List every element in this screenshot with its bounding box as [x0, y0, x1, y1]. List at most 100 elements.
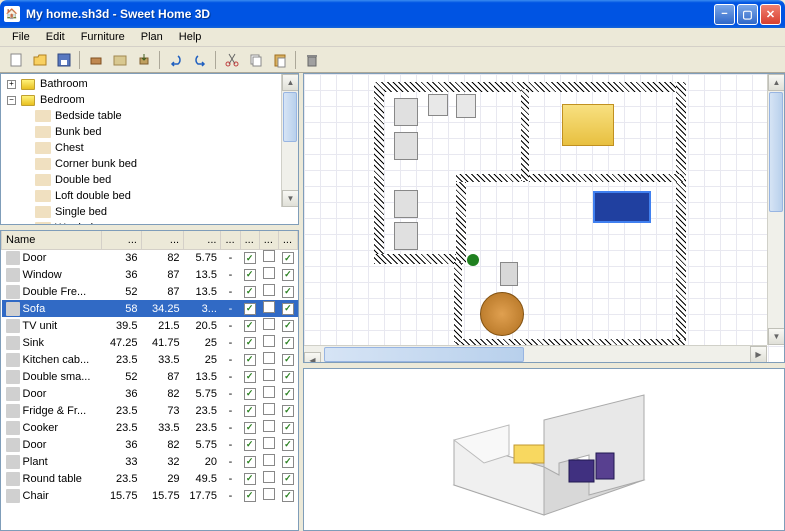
plan-scrollbar-h[interactable]: ◀ ▶: [304, 345, 767, 362]
col-header[interactable]: ...: [259, 231, 278, 249]
cell-check[interactable]: ✓: [278, 368, 297, 385]
export-button[interactable]: [132, 49, 155, 71]
cell-check[interactable]: ✓: [240, 300, 259, 317]
tree-item[interactable]: Bedside table: [3, 108, 296, 124]
table-row[interactable]: Sofa5834.253...-✓✓: [2, 300, 298, 317]
cell-check[interactable]: -: [221, 470, 240, 487]
checkbox-icon[interactable]: [263, 335, 275, 347]
col-header[interactable]: ...: [101, 231, 141, 249]
plan-item[interactable]: [456, 94, 476, 118]
table-row[interactable]: Cooker23.533.523.5-✓✓: [2, 419, 298, 436]
plan-content[interactable]: [304, 74, 784, 362]
plan-item[interactable]: [500, 262, 518, 286]
col-header[interactable]: ...: [221, 231, 240, 249]
checkbox-icon[interactable]: ✓: [244, 252, 256, 264]
cell-check[interactable]: ✓: [240, 266, 259, 283]
cell-check[interactable]: ✓: [240, 334, 259, 351]
cell-check[interactable]: ✓: [240, 249, 259, 266]
tree-item[interactable]: Wardrobe: [3, 220, 296, 225]
scroll-thumb[interactable]: [283, 92, 297, 142]
checkbox-icon[interactable]: ✓: [282, 388, 294, 400]
checkbox-icon[interactable]: ✓: [244, 439, 256, 451]
tree-item[interactable]: Loft double bed: [3, 188, 296, 204]
table-row[interactable]: Plant333220-✓✓: [2, 453, 298, 470]
cell-check[interactable]: ✓: [240, 470, 259, 487]
tree-item[interactable]: Single bed: [3, 204, 296, 220]
table-row[interactable]: Sink47.2541.7525-✓✓: [2, 334, 298, 351]
cell-check[interactable]: ✓: [278, 402, 297, 419]
cell-check[interactable]: -: [221, 402, 240, 419]
scroll-thumb[interactable]: [324, 347, 524, 362]
tree-category[interactable]: +Bathroom: [3, 76, 296, 92]
checkbox-icon[interactable]: ✓: [282, 286, 294, 298]
plan-item[interactable]: [394, 98, 418, 126]
checkbox-icon[interactable]: [263, 352, 275, 364]
add-furniture-button[interactable]: [84, 49, 107, 71]
table-row[interactable]: Double sma...528713.5-✓✓: [2, 368, 298, 385]
menu-help[interactable]: Help: [171, 29, 210, 45]
scroll-thumb[interactable]: [769, 92, 783, 212]
cell-check[interactable]: [259, 453, 278, 470]
cell-check[interactable]: [259, 436, 278, 453]
cell-check[interactable]: [259, 317, 278, 334]
cell-check[interactable]: ✓: [240, 419, 259, 436]
checkbox-icon[interactable]: ✓: [282, 473, 294, 485]
checkbox-icon[interactable]: ✓: [282, 269, 294, 281]
checkbox-icon[interactable]: ✓: [244, 286, 256, 298]
col-header[interactable]: ...: [184, 231, 221, 249]
plan-item[interactable]: [394, 190, 418, 218]
plan-item[interactable]: [394, 222, 418, 250]
cell-check[interactable]: ✓: [278, 487, 297, 504]
collapse-icon[interactable]: −: [7, 96, 16, 105]
tree-item[interactable]: Chest: [3, 140, 296, 156]
cell-check[interactable]: ✓: [240, 385, 259, 402]
scroll-up-icon[interactable]: ▲: [768, 74, 785, 91]
checkbox-icon[interactable]: ✓: [282, 490, 294, 502]
tree-item[interactable]: Bunk bed: [3, 124, 296, 140]
plan-scrollbar-v[interactable]: ▲ ▼: [767, 74, 784, 345]
table-row[interactable]: Double Fre...528713.5-✓✓: [2, 283, 298, 300]
copy-button[interactable]: [244, 49, 267, 71]
furniture-list[interactable]: Name..................... Door36825.75-✓…: [0, 230, 299, 531]
cell-check[interactable]: ✓: [240, 317, 259, 334]
cell-check[interactable]: -: [221, 453, 240, 470]
checkbox-icon[interactable]: ✓: [282, 422, 294, 434]
cell-check[interactable]: ✓: [240, 351, 259, 368]
cell-check[interactable]: [259, 402, 278, 419]
cell-check[interactable]: [259, 351, 278, 368]
expand-icon[interactable]: +: [7, 80, 16, 89]
cell-check[interactable]: ✓: [278, 436, 297, 453]
checkbox-icon[interactable]: ✓: [244, 354, 256, 366]
redo-button[interactable]: [188, 49, 211, 71]
titlebar[interactable]: 🏠 My home.sh3d - Sweet Home 3D − ▢ ✕: [0, 0, 785, 28]
cell-check[interactable]: -: [221, 334, 240, 351]
checkbox-icon[interactable]: ✓: [282, 303, 294, 315]
delete-button[interactable]: [300, 49, 323, 71]
cell-check[interactable]: -: [221, 487, 240, 504]
plan-item-bed[interactable]: [562, 104, 614, 146]
plan-item[interactable]: [428, 94, 448, 116]
cell-check[interactable]: -: [221, 419, 240, 436]
cell-check[interactable]: ✓: [278, 419, 297, 436]
checkbox-icon[interactable]: [263, 488, 275, 500]
checkbox-icon[interactable]: [263, 284, 275, 296]
table-row[interactable]: Round table23.52949.5-✓✓: [2, 470, 298, 487]
menu-furniture[interactable]: Furniture: [73, 29, 133, 45]
menu-file[interactable]: File: [4, 29, 38, 45]
table-row[interactable]: TV unit39.521.520.5-✓✓: [2, 317, 298, 334]
cell-check[interactable]: [259, 385, 278, 402]
catalog-scrollbar[interactable]: ▲ ▼: [281, 74, 298, 207]
cell-check[interactable]: [259, 334, 278, 351]
col-header[interactable]: ...: [278, 231, 297, 249]
cell-check[interactable]: [259, 266, 278, 283]
tree-item[interactable]: Double bed: [3, 172, 296, 188]
checkbox-icon[interactable]: ✓: [244, 405, 256, 417]
table-row[interactable]: Door36825.75-✓✓: [2, 249, 298, 266]
cell-check[interactable]: ✓: [278, 300, 297, 317]
cell-check[interactable]: ✓: [278, 266, 297, 283]
close-button[interactable]: ✕: [760, 4, 781, 25]
cell-check[interactable]: -: [221, 266, 240, 283]
cell-check[interactable]: -: [221, 368, 240, 385]
cell-check[interactable]: ✓: [240, 283, 259, 300]
checkbox-icon[interactable]: ✓: [282, 354, 294, 366]
